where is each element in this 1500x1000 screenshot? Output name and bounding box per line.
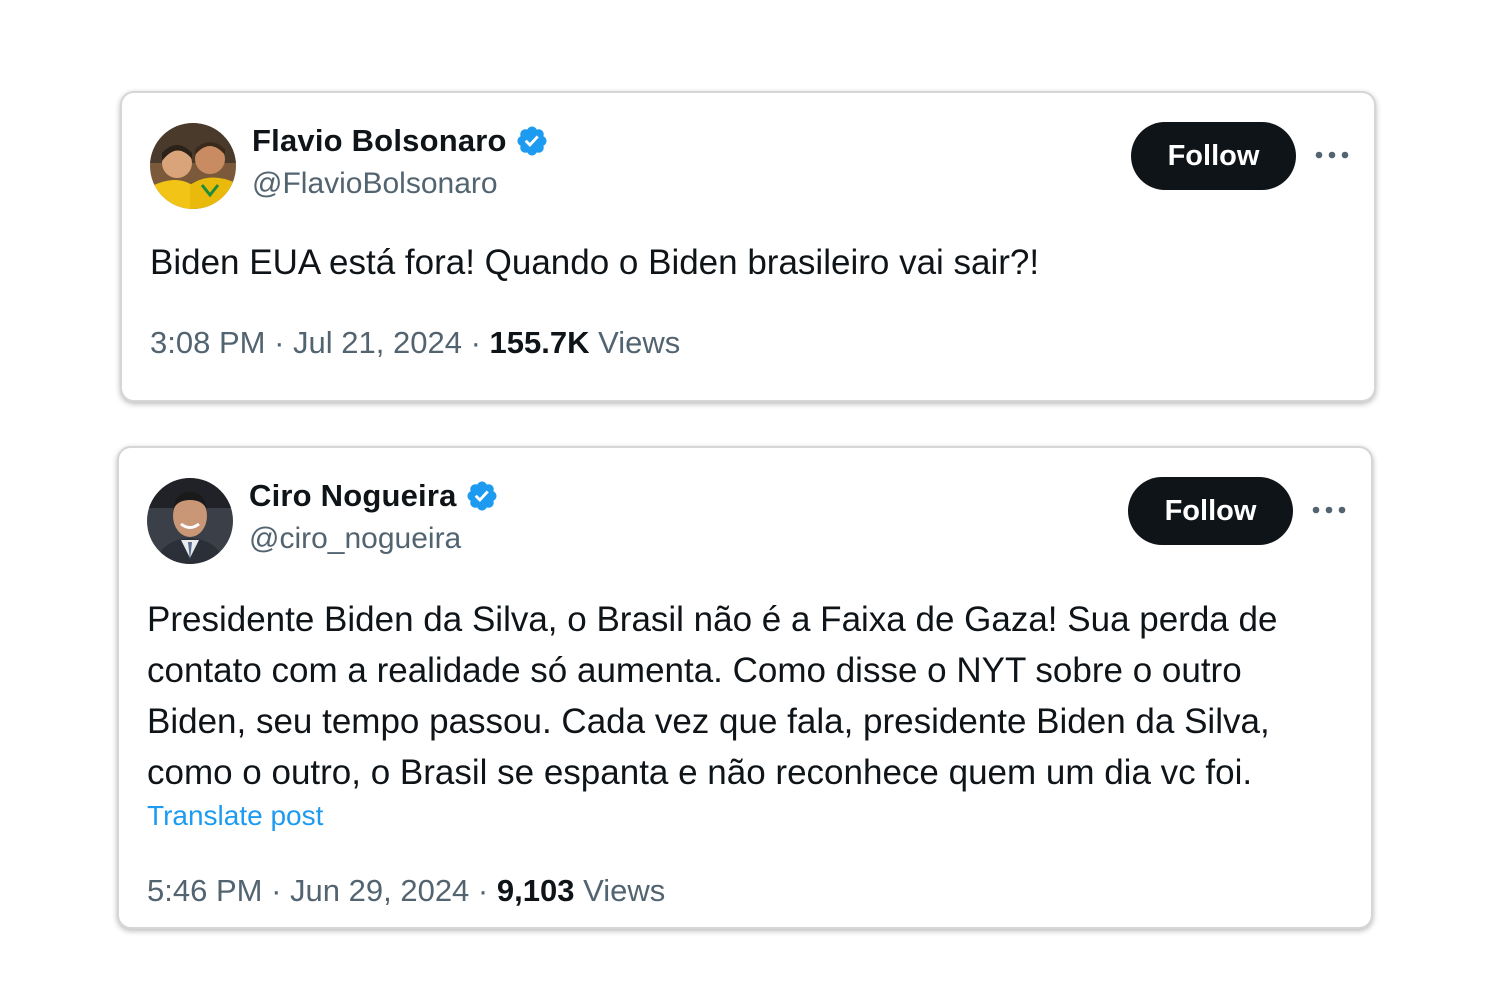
post-date[interactable]: Jun 29, 2024: [290, 873, 469, 908]
views-count: 155.7K: [489, 325, 590, 360]
views-count: 9,103: [496, 873, 575, 908]
post-text: Biden EUA está fora! Quando o Biden bras…: [150, 243, 1040, 282]
meta-separator: ·: [271, 873, 282, 908]
more-horizontal-icon[interactable]: [1309, 490, 1349, 530]
more-horizontal-icon[interactable]: [1312, 135, 1352, 175]
user-handle[interactable]: @ciro_nogueira: [249, 522, 461, 556]
follow-button[interactable]: Follow: [1131, 122, 1296, 190]
follow-button[interactable]: Follow: [1128, 477, 1293, 545]
tweet-card: Flavio Bolsonaro @FlavioBolsonaro Follow…: [120, 91, 1376, 402]
post-meta: 5:46 PM · Jun 29, 2024 · 9,103 Views: [147, 873, 665, 909]
verified-badge-icon: [515, 124, 549, 158]
avatar[interactable]: [147, 478, 233, 564]
post-date[interactable]: Jul 21, 2024: [293, 325, 462, 360]
meta-separator: ·: [274, 325, 285, 360]
translate-post-link[interactable]: Translate post: [147, 800, 323, 832]
post-meta: 3:08 PM · Jul 21, 2024 · 155.7K Views: [150, 325, 680, 361]
post-time[interactable]: 3:08 PM: [150, 325, 265, 360]
avatar[interactable]: [150, 123, 236, 209]
views-label: Views: [598, 325, 681, 360]
meta-separator: ·: [470, 325, 481, 360]
display-name[interactable]: Flavio Bolsonaro: [252, 123, 507, 159]
display-name[interactable]: Ciro Nogueira: [249, 478, 457, 514]
post-time[interactable]: 5:46 PM: [147, 873, 262, 908]
post-text: Presidente Biden da Silva, o Brasil não …: [147, 600, 1278, 792]
meta-separator: ·: [477, 873, 489, 908]
views-label: Views: [583, 873, 666, 908]
user-handle[interactable]: @FlavioBolsonaro: [252, 167, 498, 201]
verified-badge-icon: [465, 479, 499, 513]
tweet-card: Ciro Nogueira @ciro_nogueira Follow Pres…: [117, 446, 1373, 929]
